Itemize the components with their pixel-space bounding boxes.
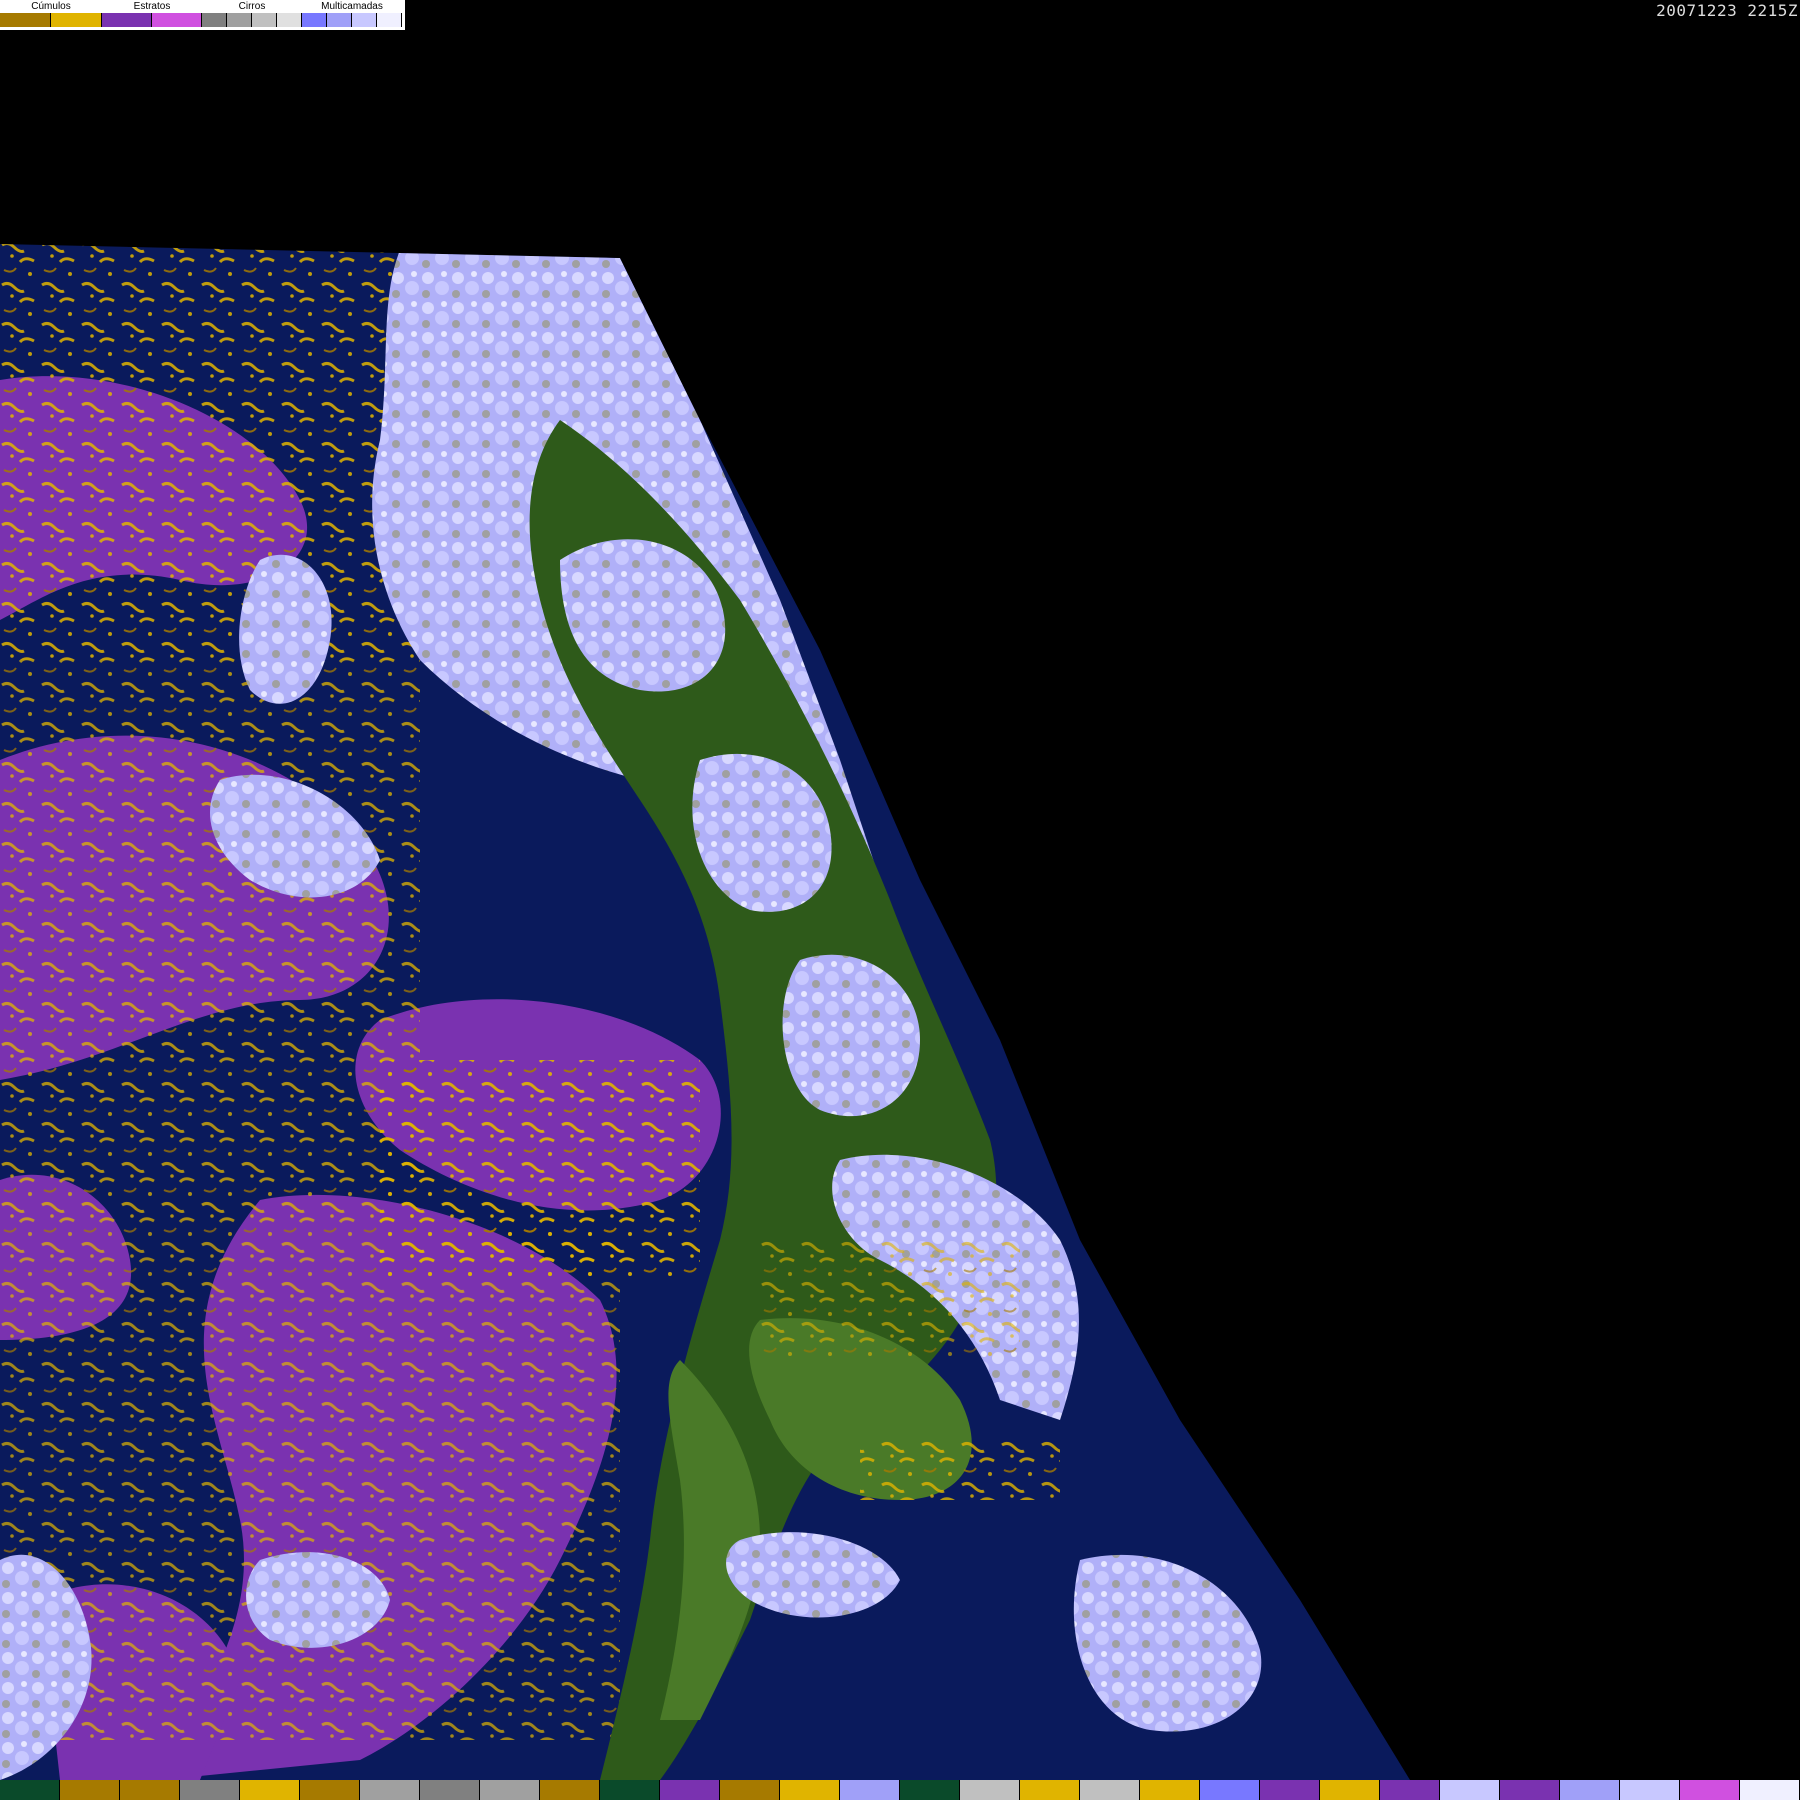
image-timestamp: 20071223 2215Z: [1656, 1, 1798, 20]
bottom-strip-cell: [600, 1780, 660, 1800]
bottom-strip-cell: [1380, 1780, 1440, 1800]
legend-group-stratus: Estratos: [102, 0, 202, 30]
legend-swatch: [152, 13, 202, 27]
bottom-strip-cell: [0, 1780, 60, 1800]
bottom-strip-cell: [1620, 1780, 1680, 1800]
legend-group-cumulus: Cúmulos: [0, 0, 102, 30]
bottom-strip-cell: [480, 1780, 540, 1800]
legend-swatch: [252, 13, 277, 27]
legend-swatch: [327, 13, 352, 27]
bottom-strip-cell: [1680, 1780, 1740, 1800]
bottom-strip-cell: [840, 1780, 900, 1800]
bottom-strip-cell: [1500, 1780, 1560, 1800]
bottom-strip-cell: [1140, 1780, 1200, 1800]
bottom-strip-cell: [1440, 1780, 1500, 1800]
bottom-strip-cell: [300, 1780, 360, 1800]
bottom-strip-cell: [1080, 1780, 1140, 1800]
bottom-color-strip: [0, 1780, 1800, 1800]
bottom-strip-cell: [240, 1780, 300, 1800]
legend-swatch: [352, 13, 377, 27]
legend-label-cirrus: Cirros: [238, 1, 266, 12]
satellite-cloud-map: [0, 0, 1800, 1780]
bottom-strip-cell: [120, 1780, 180, 1800]
bottom-strip-cell: [1200, 1780, 1260, 1800]
bottom-strip-cell: [780, 1780, 840, 1800]
bottom-strip-cell: [60, 1780, 120, 1800]
legend-label-cumulus: Cúmulos: [31, 1, 71, 12]
legend-swatch: [0, 13, 51, 27]
legend-swatch: [227, 13, 252, 27]
legend-group-cirrus: Cirros: [202, 0, 302, 30]
legend-label-multilayer: Multicamadas: [321, 1, 383, 12]
bottom-strip-cell: [540, 1780, 600, 1800]
bottom-strip-cell: [1260, 1780, 1320, 1800]
bottom-strip-cell: [1560, 1780, 1620, 1800]
bottom-strip-cell: [1020, 1780, 1080, 1800]
bottom-strip-cell: [1320, 1780, 1380, 1800]
legend-swatch: [302, 13, 327, 27]
bottom-strip-cell: [660, 1780, 720, 1800]
bottom-strip-cell: [180, 1780, 240, 1800]
bottom-strip-cell: [420, 1780, 480, 1800]
cloud-type-legend: Cúmulos Estratos Cirros Multicamadas: [0, 0, 405, 30]
legend-group-multilayer: Multicamadas: [302, 0, 402, 30]
legend-swatch: [377, 13, 402, 27]
bottom-strip-cell: [960, 1780, 1020, 1800]
legend-swatch: [102, 13, 152, 27]
legend-swatch: [277, 13, 302, 27]
legend-swatch: [51, 13, 102, 27]
legend-swatch: [202, 13, 227, 27]
legend-label-stratus: Estratos: [133, 1, 171, 12]
bottom-strip-cell: [720, 1780, 780, 1800]
bottom-strip-cell: [360, 1780, 420, 1800]
bottom-strip-cell: [1740, 1780, 1800, 1800]
bottom-strip-cell: [900, 1780, 960, 1800]
